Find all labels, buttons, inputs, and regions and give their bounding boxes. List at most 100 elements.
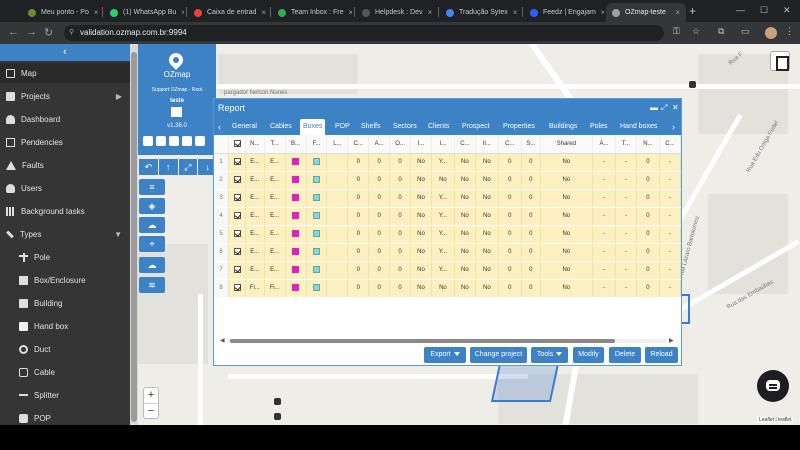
tab-shelfs[interactable]: Shelfs <box>358 119 383 135</box>
column-header[interactable]: I... <box>431 135 455 154</box>
forward-icon[interactable]: → <box>26 26 37 38</box>
scrollbar-thumb[interactable] <box>230 339 615 343</box>
back-icon[interactable]: ← <box>8 26 19 38</box>
tab-close-icon[interactable]: × <box>94 8 99 17</box>
column-header[interactable]: L... <box>326 135 349 154</box>
column-header[interactable]: N... <box>245 135 265 154</box>
upload-icon[interactable]: ↑ <box>158 159 178 175</box>
maximize-icon[interactable]: ☐ <box>760 5 768 16</box>
tab-cables[interactable]: Cables <box>267 119 295 135</box>
sidebar-item-pole[interactable]: Pole <box>0 247 130 267</box>
horizontal-scrollbar[interactable]: ◀ ▶ <box>220 338 675 344</box>
sidebar-item-cable[interactable]: Cable <box>0 362 130 382</box>
select-all-checkbox[interactable] <box>228 135 246 154</box>
logout-icon[interactable] <box>195 136 205 146</box>
sidebar-item-pendencies[interactable]: Pendencies <box>0 132 130 152</box>
row-checkbox[interactable] <box>228 189 246 208</box>
profile-avatar[interactable] <box>765 27 777 39</box>
extension-icon[interactable]: ⧉ <box>718 26 724 37</box>
tab-close-icon[interactable]: × <box>427 8 432 17</box>
row-checkbox[interactable] <box>228 207 246 226</box>
delete-button[interactable]: Delete <box>609 347 641 363</box>
column-header[interactable]: A... <box>368 135 391 154</box>
location-pin-icon[interactable]: ⌖ <box>139 236 165 252</box>
tabs-scroll-left-icon[interactable]: ‹ <box>218 119 221 135</box>
column-header[interactable]: O... <box>389 135 412 154</box>
table-row[interactable]: 8 Fi... Fi... 0 0 0 No No No No 0 0 No - -0- <box>214 279 681 297</box>
column-header[interactable]: A... <box>592 135 616 154</box>
tab-close-icon[interactable]: × <box>675 8 680 17</box>
sidebar-item-box-enclosure[interactable]: Box/Enclosure <box>0 270 130 290</box>
key-icon[interactable]: ⚿ <box>673 26 680 37</box>
close-icon[interactable]: ✕ <box>672 99 679 117</box>
bus-stop-icon[interactable] <box>274 413 281 420</box>
zoom-in-button[interactable]: + <box>144 388 158 403</box>
wifi-icon[interactable]: ≋ <box>139 277 165 293</box>
tab-prospect[interactable]: Prospect <box>459 119 493 135</box>
zoom-out-button[interactable]: − <box>144 403 158 418</box>
tab-buildings[interactable]: Buildings <box>546 119 580 135</box>
minimize-icon[interactable]: ▬ <box>650 99 658 117</box>
browser-tab[interactable]: (1) WhatsApp Bu × <box>104 3 184 22</box>
column-header[interactable]: T... <box>264 135 286 154</box>
fullscreen-icon[interactable]: ⤢ <box>178 159 198 175</box>
modify-button[interactable]: Modify <box>573 347 604 363</box>
tab-properties[interactable]: Properties <box>500 119 538 135</box>
bus-stop-icon[interactable] <box>689 81 696 88</box>
tab-close-icon[interactable]: × <box>349 8 352 17</box>
close-window-icon[interactable]: ✕ <box>783 5 791 16</box>
sidebar-item-types[interactable]: Types ▼ <box>0 224 130 244</box>
change-project-button[interactable]: Change project <box>470 347 527 363</box>
browser-tab[interactable]: Helpdesk : Dev × <box>356 3 436 22</box>
browser-tab[interactable]: Meu ponto - Po × <box>22 3 100 22</box>
row-checkbox[interactable] <box>228 243 246 262</box>
column-header[interactable]: Il... <box>475 135 499 154</box>
browser-tab[interactable]: Tradução Sytex × <box>440 3 520 22</box>
column-header-shared[interactable]: Shared <box>540 135 593 154</box>
tab-boxes[interactable]: Boxes <box>300 119 326 135</box>
column-header[interactable]: B... <box>285 135 307 154</box>
globe-icon[interactable] <box>156 136 166 146</box>
tab-hand-boxes[interactable]: Hand boxes <box>617 119 660 135</box>
sidebar-item-duct[interactable]: Duct <box>0 339 130 359</box>
tab-close-icon[interactable]: × <box>601 8 604 17</box>
table-row[interactable]: 5 E... E... 0 0 0 No Y... No No 0 0 No - -0- <box>214 225 681 244</box>
sidebar-item-pop[interactable]: POP <box>0 408 130 425</box>
chat-icon[interactable] <box>182 136 192 146</box>
row-checkbox[interactable] <box>228 225 246 244</box>
tab-poles[interactable]: Poles <box>587 119 611 135</box>
sidebar-item-users[interactable]: Users <box>0 178 130 198</box>
reload-icon[interactable]: ↻ <box>44 26 53 39</box>
sidebar-scrollbar[interactable] <box>130 44 138 425</box>
url-field[interactable]: ⚲ validation.ozmap.com.br:9994 <box>64 25 664 41</box>
user-icon[interactable] <box>143 136 153 146</box>
row-checkbox[interactable] <box>228 279 246 297</box>
cloud-sync-icon[interactable]: ☁ <box>139 257 165 273</box>
sidebar-item-dashboard[interactable]: Dashboard <box>0 109 130 129</box>
tabs-scroll-right-icon[interactable]: › <box>672 119 675 135</box>
tab-general[interactable]: General <box>229 119 260 135</box>
sidebar-item-map[interactable]: Map <box>0 63 130 83</box>
column-header[interactable]: C... <box>454 135 476 154</box>
star-icon[interactable]: ☆ <box>692 26 700 37</box>
tab-close-icon[interactable]: × <box>181 8 184 17</box>
column-header[interactable]: C... <box>347 135 370 154</box>
tab-close-icon[interactable]: × <box>261 8 266 17</box>
column-header[interactable]: F... <box>306 135 328 154</box>
column-header[interactable]: C... <box>498 135 522 154</box>
table-row[interactable]: 4 E... E... 0 0 0 No Y... No No 0 0 No - -0- <box>214 207 681 226</box>
layers-stack-icon[interactable]: ◈ <box>139 198 165 214</box>
sidebar-item-hand-box[interactable]: Hand box <box>0 316 130 336</box>
scroll-left-icon[interactable]: ◀ <box>220 337 225 344</box>
export-button[interactable]: Export <box>424 347 466 363</box>
tools-button[interactable]: Tools <box>531 347 568 363</box>
undo-icon[interactable]: ↶ <box>139 159 158 175</box>
tab-close-icon[interactable]: × <box>513 8 518 17</box>
browser-tab[interactable]: Feedz | Engajam × <box>524 3 604 22</box>
layers-button[interactable] <box>770 51 790 71</box>
row-checkbox[interactable] <box>228 153 246 172</box>
browser-tab[interactable]: Team Inbox : Fre × <box>272 3 352 22</box>
maximize-icon[interactable]: ⤢ <box>661 99 667 117</box>
map-book-icon[interactable] <box>171 107 182 117</box>
menu-kebab-icon[interactable]: ⋮ <box>785 26 794 37</box>
